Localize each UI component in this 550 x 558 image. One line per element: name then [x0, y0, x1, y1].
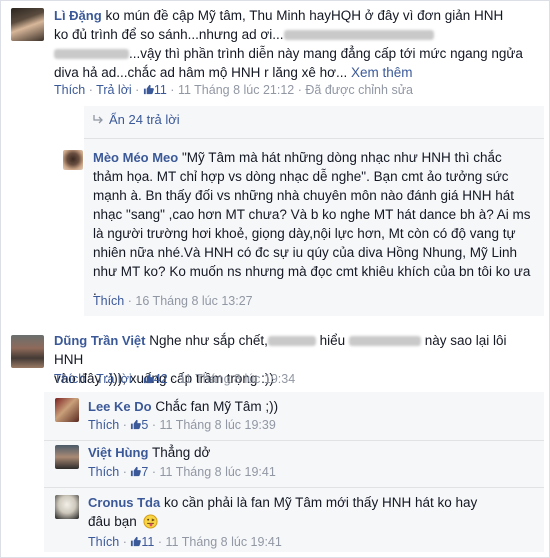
- hide-replies-toggle[interactable]: Ẩn 24 trả lời: [93, 112, 180, 127]
- reply-link[interactable]: Trả lời: [96, 83, 132, 97]
- avatar[interactable]: [55, 495, 79, 519]
- redacted-text: [283, 30, 434, 41]
- reply-actions: Thích · 7 · 11 Tháng 8 lúc 19:41: [88, 465, 276, 479]
- comment-text: Lì Đặng ko mún đề cập Mỹ tâm, Thu Minh h…: [54, 8, 523, 80]
- reply-actions: Thích · 5 · 11 Tháng 8 lúc 19:39: [88, 418, 276, 432]
- thumbs-up-icon: [131, 419, 142, 430]
- divider: [44, 487, 544, 488]
- thumbs-up-icon: [131, 536, 142, 547]
- reply-text: Lee Ke Do Chắc fan Mỹ Tâm ;)): [88, 399, 279, 414]
- thumbs-up-icon: [131, 466, 142, 477]
- comment-author[interactable]: Dũng Trần Việt: [54, 333, 146, 348]
- like-count[interactable]: 11: [130, 535, 154, 549]
- comment-actions: Thích · Trả lời · 11 · 11 Tháng 8 lúc 21…: [54, 83, 414, 97]
- timestamp[interactable]: 11 Tháng 8 lúc 19:41: [166, 535, 282, 549]
- reply-text: Việt Hùng Thẳng dở: [88, 445, 211, 460]
- avatar[interactable]: [55, 445, 79, 469]
- reply-author[interactable]: Lee Ke Do: [88, 399, 152, 414]
- timestamp[interactable]: 11 Tháng 8 lúc 21:12: [178, 83, 294, 97]
- reply-actions: Thích · 16 Tháng 8 lúc 13:27: [93, 294, 253, 308]
- like-count[interactable]: 5: [130, 418, 148, 432]
- divider: [44, 440, 544, 441]
- reply-arrow-icon: [93, 115, 103, 124]
- like-link[interactable]: Thích: [54, 83, 85, 97]
- timestamp[interactable]: 16 Tháng 8 lúc 13:27: [135, 294, 252, 308]
- timestamp[interactable]: 11 Tháng 8 lúc 19:34: [179, 372, 295, 386]
- reply-link[interactable]: Trả lời: [96, 372, 132, 386]
- reply-text: Cronus Tda ko cần phải là fan Mỹ Tâm mới…: [88, 495, 478, 529]
- redacted-text: [54, 49, 129, 60]
- avatar[interactable]: [11, 8, 44, 41]
- thumbs-up-icon: [143, 84, 154, 95]
- timestamp[interactable]: 11 Tháng 8 lúc 19:39: [160, 418, 276, 432]
- edited-label[interactable]: Đã được chỉnh sửa: [305, 83, 413, 97]
- timestamp[interactable]: 11 Tháng 8 lúc 19:41: [160, 465, 276, 479]
- tongue-emoji-icon: [143, 514, 158, 529]
- reply-text: Mèo Méo Meo "Mỹ Tâm mà hát những dòng nh…: [93, 150, 531, 298]
- reply-actions: Thích · 11 · 11 Tháng 8 lúc 19:41: [88, 535, 282, 549]
- like-count[interactable]: 11: [143, 83, 167, 97]
- reply-author[interactable]: Mèo Méo Meo: [93, 150, 178, 165]
- redacted-text: [348, 336, 421, 347]
- like-link[interactable]: Thích: [88, 465, 119, 479]
- avatar[interactable]: [55, 398, 79, 422]
- reply-author[interactable]: Việt Hùng: [88, 445, 148, 460]
- like-link[interactable]: Thích: [93, 294, 124, 308]
- comment-actions: Thích · Trả lời · 42 · 11 Tháng 8 lúc 19…: [54, 372, 296, 386]
- comment-author[interactable]: Lì Đặng: [54, 8, 102, 23]
- redacted-text: [267, 336, 316, 347]
- like-count[interactable]: 42: [143, 372, 168, 386]
- see-more-link[interactable]: Xem thêm: [351, 65, 413, 80]
- like-link[interactable]: Thích: [88, 535, 119, 549]
- thumbs-up-icon: [143, 373, 154, 384]
- like-link[interactable]: Thích: [54, 372, 85, 386]
- avatar[interactable]: [63, 150, 83, 170]
- like-link[interactable]: Thích: [88, 418, 119, 432]
- like-count[interactable]: 7: [130, 465, 148, 479]
- divider: [84, 138, 544, 139]
- avatar[interactable]: [11, 335, 44, 368]
- reply-author[interactable]: Cronus Tda: [88, 495, 160, 510]
